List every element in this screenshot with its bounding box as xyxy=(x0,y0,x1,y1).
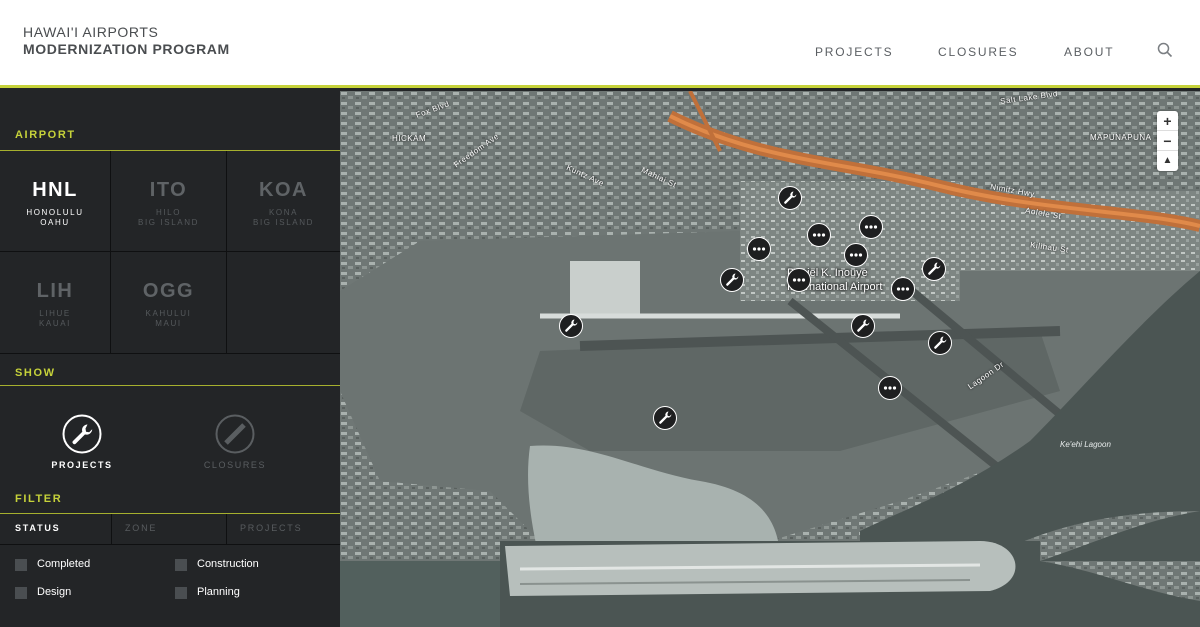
airport-lih[interactable]: LIH LIHUE KAUAI xyxy=(0,252,111,353)
airport-code: OGG xyxy=(142,280,195,302)
show-closures-label: CLOSURES xyxy=(203,460,267,470)
status-construction-checkbox[interactable]: Construction xyxy=(175,558,295,572)
project-marker[interactable] xyxy=(851,314,875,338)
status-completed-checkbox[interactable]: Completed xyxy=(15,558,135,572)
nav-about[interactable]: ABOUT xyxy=(1064,45,1114,59)
nav-closures[interactable]: CLOSURES xyxy=(938,45,1018,59)
tab-status[interactable]: STATUS xyxy=(0,514,111,545)
project-marker[interactable] xyxy=(844,243,868,267)
wrench-icon xyxy=(659,411,672,424)
airport-code: HNL xyxy=(32,179,78,201)
dots-icon xyxy=(864,225,878,229)
satellite-map[interactable] xyxy=(340,91,1200,627)
dots-icon xyxy=(896,287,910,291)
status-label: Planning xyxy=(197,586,240,598)
wrench-icon xyxy=(62,414,102,454)
airport-section-label: AIRPORT xyxy=(15,129,76,141)
status-label: Design xyxy=(37,586,72,598)
airport-ogg[interactable]: OGG KAHULUI MAUI xyxy=(111,252,227,353)
dots-icon xyxy=(812,233,826,237)
project-marker[interactable] xyxy=(747,237,771,261)
search-button[interactable] xyxy=(1157,42,1175,60)
wrench-icon xyxy=(565,319,578,332)
site-logo[interactable]: HAWAI'I AIRPORTS MODERNIZATION PROGRAM xyxy=(23,24,230,58)
wrench-icon xyxy=(857,319,870,332)
project-marker[interactable] xyxy=(778,186,802,210)
header: HAWAI'I AIRPORTS MODERNIZATION PROGRAM P… xyxy=(0,0,1200,88)
wrench-icon xyxy=(726,273,739,286)
show-closures-toggle[interactable]: CLOSURES xyxy=(175,414,295,474)
airport-code: LIH xyxy=(36,280,74,302)
sidebar: AIRPORT HNL HONOLULU OAHU ITO HILO BIG I… xyxy=(0,91,340,627)
airport-location: LIHUE KAUAI xyxy=(38,309,71,328)
wrench-icon xyxy=(928,262,941,275)
filter-tabs: STATUS ZONE PROJECTS xyxy=(0,514,340,545)
airport-location: HONOLULU OAHU xyxy=(26,208,84,227)
search-icon xyxy=(1157,42,1173,58)
project-marker[interactable] xyxy=(807,223,831,247)
project-marker[interactable] xyxy=(928,331,952,355)
checkbox[interactable] xyxy=(175,587,187,599)
divider xyxy=(0,353,340,354)
zoom-controls: + − ▲ xyxy=(1157,111,1178,171)
airport-code: ITO xyxy=(149,179,188,201)
closure-icon xyxy=(215,414,255,454)
checkbox[interactable] xyxy=(15,559,27,571)
status-label: Completed xyxy=(37,558,91,570)
project-marker[interactable] xyxy=(787,268,811,292)
tab-projects[interactable]: PROJECTS xyxy=(226,514,340,545)
lagoon-label: Ke'ehi Lagoon xyxy=(1060,440,1111,449)
divider xyxy=(0,385,340,386)
zoom-in-button[interactable]: + xyxy=(1157,111,1178,131)
wrench-icon xyxy=(784,191,797,204)
wrench-icon xyxy=(934,336,947,349)
airport-hnl[interactable]: HNL HONOLULU OAHU xyxy=(0,151,111,252)
status-label: Construction xyxy=(197,558,259,570)
show-section-label: SHOW xyxy=(15,367,56,379)
logo-line1: HAWAI'I AIRPORTS xyxy=(23,24,159,40)
airport-koa[interactable]: KOA KONA BIG ISLAND xyxy=(227,151,340,252)
project-marker[interactable] xyxy=(720,268,744,292)
status-design-checkbox[interactable]: Design xyxy=(15,586,135,600)
project-marker[interactable] xyxy=(653,406,677,430)
dots-icon xyxy=(883,386,897,390)
airport-location: KAHULUI MAUI xyxy=(145,309,192,328)
logo-line2: MODERNIZATION PROGRAM xyxy=(23,41,230,57)
status-planning-checkbox[interactable]: Planning xyxy=(175,586,295,600)
map-label-mapunapuna: MAPUNAPUNA xyxy=(1090,133,1152,142)
map-view[interactable]: HICKAM MAPUNAPUNA Salt Lake Blvd Fox Blv… xyxy=(340,91,1200,627)
dots-icon xyxy=(849,253,863,257)
tab-zone[interactable]: ZONE xyxy=(111,514,226,545)
checkbox[interactable] xyxy=(15,587,27,599)
airport-code: KOA xyxy=(259,179,308,201)
airport-location: KONA BIG ISLAND xyxy=(253,208,314,227)
airport-location: HILO BIG ISLAND xyxy=(138,208,199,227)
compass-button[interactable]: ▲ xyxy=(1157,151,1178,171)
project-marker[interactable] xyxy=(878,376,902,400)
zoom-out-button[interactable]: − xyxy=(1157,131,1178,151)
project-marker[interactable] xyxy=(859,215,883,239)
show-projects-toggle[interactable]: PROJECTS xyxy=(22,414,142,474)
airport-grid: HNL HONOLULU OAHU ITO HILO BIG ISLAND KO… xyxy=(0,151,340,353)
filter-section-label: FILTER xyxy=(15,493,63,505)
checkbox[interactable] xyxy=(175,559,187,571)
dots-icon xyxy=(752,247,766,251)
project-marker[interactable] xyxy=(922,257,946,281)
show-projects-label: PROJECTS xyxy=(51,460,113,470)
nav-projects[interactable]: PROJECTS xyxy=(815,45,893,59)
project-marker[interactable] xyxy=(891,277,915,301)
map-label-hickam: HICKAM xyxy=(392,134,427,143)
dots-icon xyxy=(792,278,806,282)
project-marker[interactable] xyxy=(559,314,583,338)
airport-ito[interactable]: ITO HILO BIG ISLAND xyxy=(111,151,227,252)
